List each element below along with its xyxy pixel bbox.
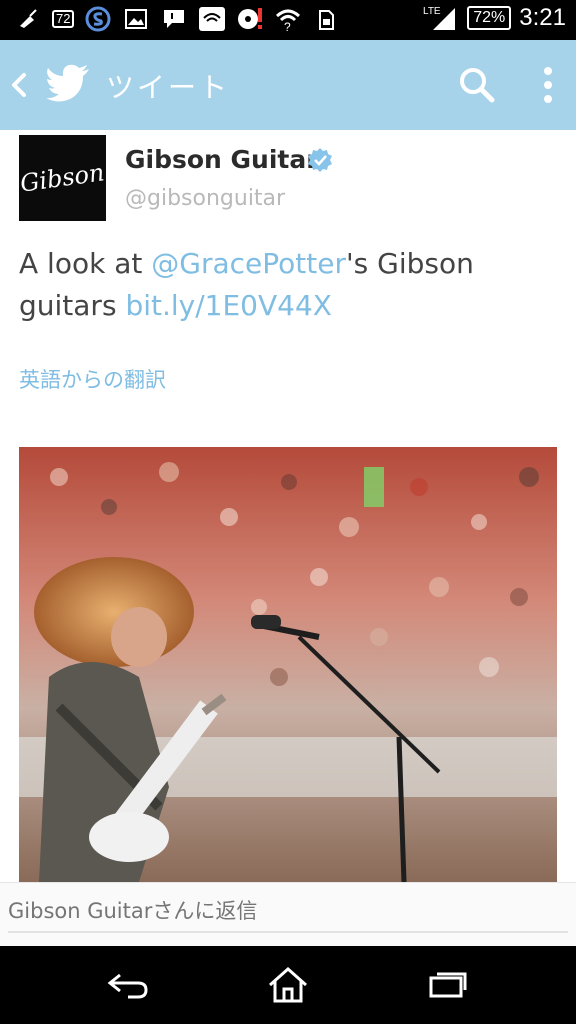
reply-bar (0, 882, 576, 946)
svg-text:?: ? (284, 20, 291, 32)
more-vert-icon (544, 67, 552, 103)
broom-icon (14, 6, 42, 32)
translate-link[interactable]: 英語からの翻訳 (19, 364, 166, 394)
app-bar: ツイート (0, 40, 576, 130)
wifi-on-icon (198, 6, 226, 32)
back-arrow-icon (107, 973, 148, 999)
twitter-bird-icon (46, 64, 90, 104)
chat-icon (160, 6, 188, 32)
disc-alert-icon (236, 6, 264, 32)
user-handle[interactable]: @gibsonguitar (125, 186, 285, 211)
verified-badge-icon (307, 147, 333, 173)
url-link[interactable]: bit.ly/1E0V44X (125, 289, 332, 322)
avatar[interactable]: Gibson (19, 135, 106, 221)
status-icons-left: 72 ? (14, 6, 340, 32)
nav-back-button[interactable] (98, 962, 158, 1008)
back-icon (12, 73, 26, 97)
status-icons-right: LTE 72% 3:21 (423, 4, 566, 32)
search-button[interactable] (458, 66, 496, 104)
svg-text:LTE: LTE (423, 6, 441, 17)
reply-underline (8, 931, 568, 933)
system-nav-bar (0, 946, 576, 1024)
reply-input[interactable] (8, 899, 568, 923)
nav-recent-apps-button[interactable] (418, 962, 478, 1008)
sync-s-icon (84, 6, 112, 32)
image-icon (122, 6, 150, 32)
back-button[interactable] (8, 67, 30, 103)
clock-time: 3:21 (519, 4, 566, 31)
signal-icon: LTE (423, 5, 459, 31)
recent-apps-icon (429, 972, 467, 998)
tweet-text-prefix: A look at (19, 247, 152, 280)
tweet-text: A look at @GracePotter's Gibson guitars … (19, 243, 539, 327)
battery-icon: 72% (467, 6, 512, 30)
more-options-button[interactable] (536, 64, 560, 106)
mention-link[interactable]: @GracePotter (151, 247, 346, 280)
gibson-logo: Gibson (18, 158, 107, 198)
search-icon (460, 68, 495, 103)
page-title: ツイート (106, 71, 231, 104)
tweet-photo[interactable] (19, 447, 557, 882)
wifi-question-icon: ? (274, 6, 302, 32)
user-name[interactable]: Gibson Guitar (125, 145, 319, 174)
nav-home-button[interactable] (258, 962, 318, 1008)
status-bar: 72 ? LTE 72% 3:21 (0, 0, 576, 40)
sim-icon (312, 6, 340, 32)
notification-count-icon: 72 (52, 10, 75, 28)
home-icon (269, 966, 307, 1003)
